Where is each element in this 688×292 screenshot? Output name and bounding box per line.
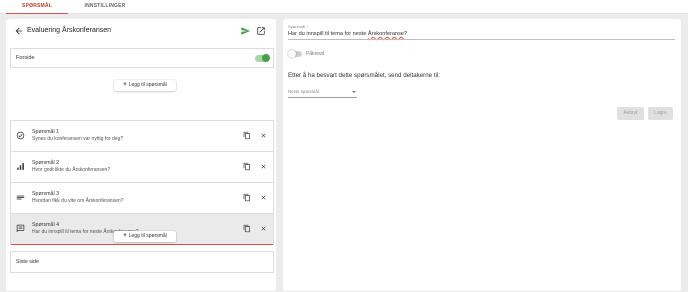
question-text: Hvor godt likte du Årskonferansen? [32,167,111,173]
short-text-icon [16,195,25,200]
question-text: Synes du konferansen var nyttig for deg? [32,136,124,142]
arrow-left-icon[interactable] [14,26,24,36]
panel-header: Evaluering Årskonferansen [6,19,276,45]
question-field-text-prefix: Har du innspill til tema for neste [288,31,368,37]
add-question-label: Legg til spørsmål [128,233,167,239]
close-icon[interactable] [260,163,267,170]
question-list-panel: Evaluering Årskonferansen Forside + Legg … [6,19,276,291]
survey-title: Evaluering Årskonferansen [27,27,112,34]
question-field-label: Spørsmål * [288,24,308,29]
close-icon[interactable] [260,132,267,139]
open-in-new-icon[interactable] [256,26,266,36]
question-item-1[interactable]: Spørsmål 1 Synes du konferansen var nytt… [11,121,273,152]
question-field-text-misspelled: Årskonferanse [367,31,404,37]
save-button[interactable]: Lagre [648,107,673,120]
question-field-underline [288,39,675,40]
forside-row[interactable]: Forside [10,48,274,68]
add-question-button-bottom[interactable]: + Legg til spørsmål [114,231,176,242]
question-editor-panel: Spørsmål * Har du innspill til tema for … [283,19,681,291]
question-text: Hvordan fikk du vite om Årskonferansen? [32,198,124,204]
after-answer-heading: Etter å ha besvart dette spørsmålet, sen… [288,72,441,79]
plus-icon: + [123,82,127,88]
toggle-knob [262,54,270,62]
add-question-label: Legg til spørsmål [128,82,167,88]
chevron-down-icon [352,91,356,93]
forside-label: Forside [16,55,35,61]
copy-icon[interactable] [243,131,251,140]
question-list: Spørsmål 1 Synes du konferansen var nytt… [10,120,274,245]
copy-icon[interactable] [243,193,251,202]
question-field-text-suffix: ? [403,31,408,37]
question-field-input[interactable]: Har du innspill til tema for neste Årsko… [288,31,407,37]
close-icon[interactable] [260,225,267,232]
question-title: Spørsmål 1 [32,129,60,135]
copy-icon[interactable] [243,224,251,233]
send-icon[interactable] [240,26,251,36]
forside-toggle[interactable] [255,54,270,62]
siste-side-label: Siste side [16,259,39,265]
copy-icon[interactable] [243,162,251,171]
required-toggle[interactable] [288,49,302,58]
question-title: Spørsmål 4 [32,222,60,228]
question-title: Spørsmål 2 [32,160,60,166]
close-icon[interactable] [260,194,267,201]
next-destination-value: Neste spørsmål [288,89,319,94]
toggle-knob [288,49,296,58]
tab-questions[interactable]: SPØRSMÅL [6,0,68,14]
required-label: Påkrevd [306,51,325,57]
question-item-3[interactable]: Spørsmål 3 Hvordan fikk du vite om Årsko… [11,183,273,214]
check-circle-icon [16,131,25,140]
tab-bar: SPØRSMÅL INNSTILLINGER [0,0,688,14]
bar-chart-icon [17,163,24,170]
question-title: Spørsmål 3 [32,191,60,197]
tab-settings[interactable]: INNSTILLINGER [74,0,136,14]
add-question-button-top[interactable]: + Legg til spørsmål [114,80,176,91]
siste-side-row[interactable]: Siste side [10,251,274,273]
question-item-2[interactable]: Spørsmål 2 Hvor godt likte du Årskonfera… [11,152,273,183]
cancel-button[interactable]: Avbryt [617,107,644,120]
plus-icon: + [123,233,127,239]
comment-icon [16,224,25,233]
next-destination-select[interactable]: Neste spørsmål [288,88,357,98]
